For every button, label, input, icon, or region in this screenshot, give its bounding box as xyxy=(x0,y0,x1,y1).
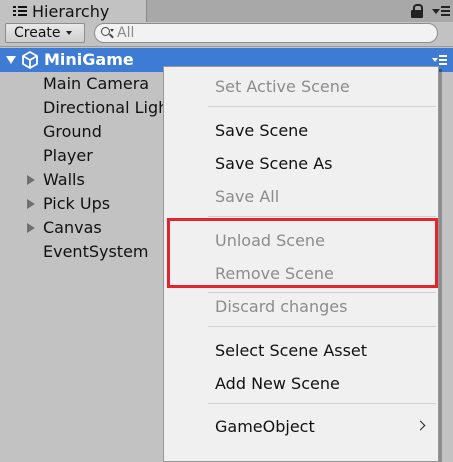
hierarchy-item[interactable]: Main Camera xyxy=(0,72,170,96)
foldout-expanded-icon[interactable] xyxy=(6,56,16,64)
search-input[interactable] xyxy=(117,25,417,41)
hierarchy-item-label: Directional Light xyxy=(43,98,175,117)
menu-item-save-scene[interactable]: Save Scene xyxy=(164,116,438,144)
menu-item-label: Set Active Scene xyxy=(215,77,350,96)
menu-item-label: Save Scene xyxy=(215,121,309,140)
menu-item-label: Save All xyxy=(215,187,280,206)
menu-item-save-all[interactable]: Save All xyxy=(164,182,438,210)
scene-name: MiniGame xyxy=(44,50,134,69)
create-dropdown-button[interactable]: Create xyxy=(5,23,85,43)
hierarchy-toolbar: Create xyxy=(0,22,453,47)
chevron-right-icon xyxy=(415,420,426,431)
hierarchy-item[interactable]: Directional Light xyxy=(0,96,175,120)
tab-hierarchy[interactable]: Hierarchy xyxy=(0,0,147,22)
hierarchy-item[interactable]: EventSystem xyxy=(0,240,170,264)
scene-menu-icon[interactable] xyxy=(432,54,448,66)
hierarchy-item-label: Walls xyxy=(43,170,85,189)
menu-item-label: Discard changes xyxy=(215,297,348,316)
create-button-label: Create xyxy=(14,25,61,41)
foldout-collapsed-icon[interactable] xyxy=(27,223,35,233)
chevron-down-icon xyxy=(65,31,72,35)
menu-separator xyxy=(208,326,436,327)
hierarchy-tree: Main Camera Directional Light Ground Pla… xyxy=(0,72,175,264)
menu-item-label: Save Scene As xyxy=(215,154,333,173)
hierarchy-item-label: Ground xyxy=(43,122,102,141)
hierarchy-item-label: EventSystem xyxy=(43,242,149,261)
panel-header: Hierarchy xyxy=(0,0,453,22)
menu-separator xyxy=(208,216,436,217)
hierarchy-item-label: Main Camera xyxy=(43,74,150,93)
menu-item-label: GameObject xyxy=(215,417,315,436)
hierarchy-item[interactable]: Pick Ups xyxy=(0,192,170,216)
lock-icon[interactable] xyxy=(410,4,424,18)
hierarchy-item-label: Canvas xyxy=(43,218,102,237)
hierarchy-item[interactable]: Player xyxy=(0,144,170,168)
hierarchy-item-label: Player xyxy=(43,146,93,165)
menu-item-label: Add New Scene xyxy=(215,374,340,393)
panel-menu-icon[interactable] xyxy=(432,4,450,18)
menu-separator xyxy=(208,106,436,107)
foldout-collapsed-icon[interactable] xyxy=(27,199,35,209)
menu-item-set-active-scene[interactable]: Set Active Scene xyxy=(164,72,438,100)
menu-separator xyxy=(208,403,436,404)
menu-item-label: Select Scene Asset xyxy=(215,341,368,360)
menu-item-save-scene-as[interactable]: Save Scene As xyxy=(164,149,438,177)
menu-item-discard-changes[interactable]: Discard changes xyxy=(164,292,438,320)
menu-item-select-scene-asset[interactable]: Select Scene Asset xyxy=(164,336,438,364)
menu-item-add-new-scene[interactable]: Add New Scene xyxy=(164,369,438,397)
menu-item-gameobject[interactable]: GameObject xyxy=(164,412,438,440)
unity-scene-icon xyxy=(22,51,38,69)
foldout-collapsed-icon[interactable] xyxy=(27,175,35,185)
hierarchy-item[interactable]: Ground xyxy=(0,120,170,144)
hierarchy-list-icon xyxy=(13,5,27,17)
hierarchy-item[interactable]: Canvas xyxy=(0,216,170,240)
hierarchy-item-label: Pick Ups xyxy=(43,194,111,213)
annotation-highlight-box xyxy=(167,218,438,288)
tab-hierarchy-label: Hierarchy xyxy=(32,1,110,21)
hierarchy-item[interactable]: Walls xyxy=(0,168,170,192)
search-icon[interactable] xyxy=(101,26,115,40)
search-field[interactable] xyxy=(94,23,438,43)
